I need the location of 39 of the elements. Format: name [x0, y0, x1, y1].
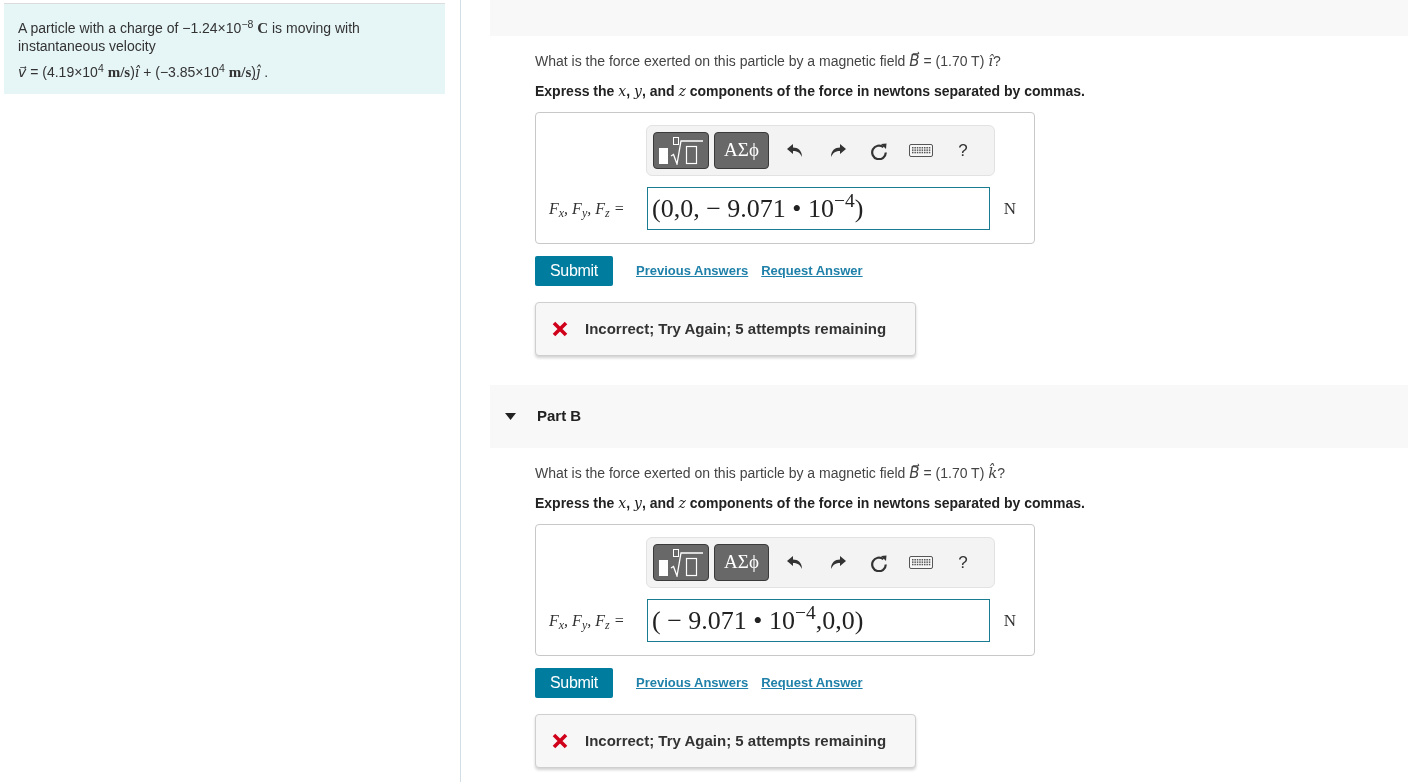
root-template-icon — [659, 548, 703, 577]
help-button[interactable]: ? — [958, 552, 968, 573]
answer-link[interactable]: Previous Answers — [636, 673, 749, 693]
unit-label: N — [1003, 609, 1017, 632]
undo-icon[interactable] — [786, 144, 802, 157]
answer-link[interactable]: Previous Answers — [636, 261, 749, 281]
undo-icon[interactable] — [786, 556, 802, 569]
part-title: Part B — [537, 406, 582, 427]
redo-icon[interactable] — [830, 144, 846, 157]
cross-icon — [552, 321, 568, 337]
unit-label: N — [1003, 197, 1017, 220]
caret-down-icon[interactable] — [505, 413, 516, 420]
answer-label: F$_{x}$, F$_{y}$, F$_{z}$ = — [549, 198, 625, 221]
template-button[interactable] — [653, 544, 709, 581]
reset-icon[interactable] — [870, 141, 888, 160]
redo-icon[interactable] — [830, 556, 846, 569]
symbols-button[interactable]: ΑΣϕ — [714, 132, 769, 169]
answer-label: F$_{x}$, F$_{y}$, F$_{z}$ = — [549, 610, 625, 633]
velocity-equation: v⃗ = (4.19×10$^{4}$ m/s)î + (−3.85×10$^{4}$ m/s)ĵ . — [18, 63, 269, 81]
answer-link[interactable]: Request Answer — [761, 261, 863, 281]
cross-icon — [552, 733, 568, 749]
template-button[interactable] — [653, 132, 709, 169]
question-text: What is the force exerted on this particle by a magnetic field B⃗ = (1.70 T) k̂? — [535, 463, 1006, 483]
answer-link[interactable]: Request Answer — [761, 673, 863, 693]
answer-field[interactable]: ( − 9.071 • 10$^{−4}$,0,0) — [647, 599, 990, 642]
feedback-text: Incorrect; Try Again; 5 attempts remaining — [585, 318, 887, 339]
feedback-text: Incorrect; Try Again; 5 attempts remaining — [585, 730, 887, 751]
answer-field[interactable]: (0,0, − 9.071 • 10$^{−4}$) — [647, 187, 990, 230]
keyboard-icon[interactable] — [909, 556, 933, 569]
keyboard-icon[interactable] — [909, 144, 933, 157]
submit-button[interactable]: Submit — [535, 668, 613, 698]
reset-icon[interactable] — [870, 553, 888, 572]
instruction-text: Express the x, y, and z components of the force in newtons separated by commas. — [535, 82, 1085, 101]
symbols-button[interactable]: ΑΣϕ — [714, 544, 769, 581]
root-template-icon — [659, 136, 703, 165]
question-text: What is the force exerted on this particle by a magnetic field B⃗ = (1.70 T) î? — [535, 51, 1001, 71]
submit-button[interactable]: Submit — [535, 256, 613, 286]
help-button[interactable]: ? — [958, 140, 968, 161]
instruction-text: Express the x, y, and z components of the force in newtons separated by commas. — [535, 494, 1085, 513]
